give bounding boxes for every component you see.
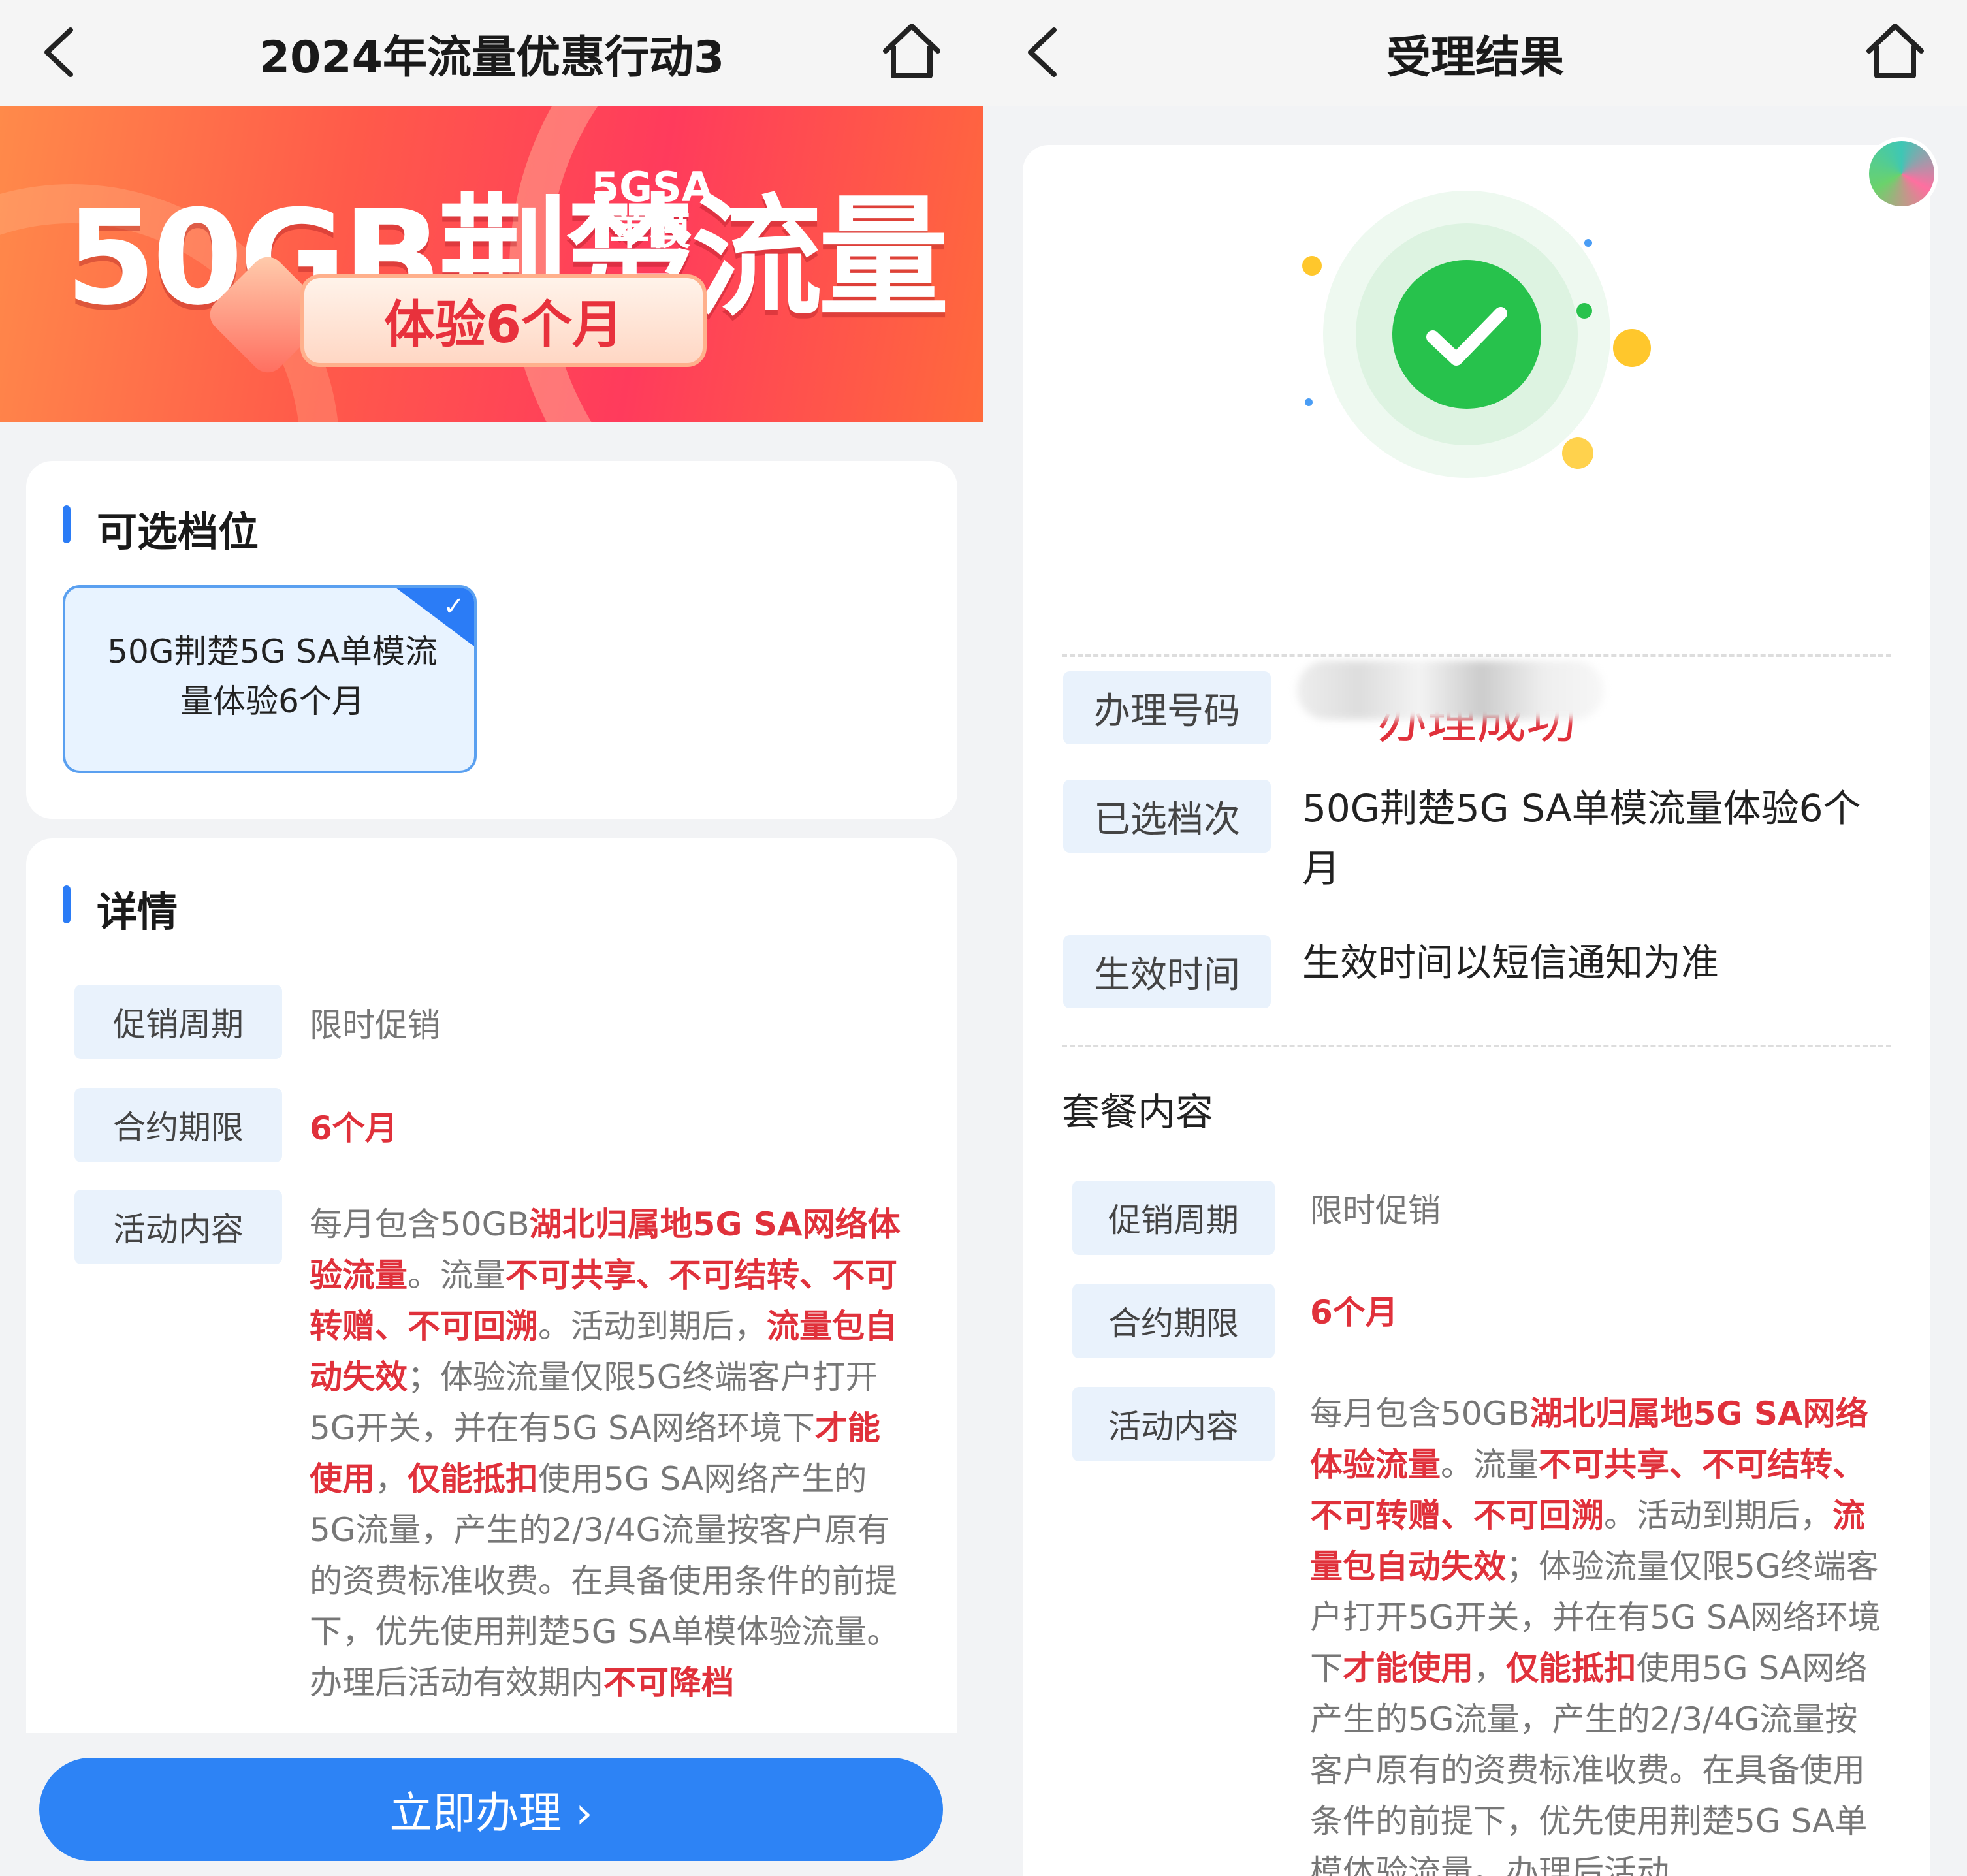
value-contract-term: 6个月 (310, 1109, 398, 1147)
value-promo-period: 限时促销 (310, 1006, 440, 1044)
highlight-text: 仅能抵扣 (408, 1460, 538, 1498)
promo-banner: 50GB荆楚流量 5GSA 单模 体验6个月 (0, 106, 984, 422)
page-title: 2024年流量优惠行动3 (259, 31, 725, 84)
package-content-title: 套餐内容 (1062, 1090, 1214, 1134)
value-contract-term: 6个月 (1310, 1294, 1398, 1331)
body-text: 。流量 (1441, 1446, 1539, 1484)
highlight-text: 仅能抵扣 (1506, 1649, 1637, 1687)
banner-badge: 5GSA 单模 (591, 163, 713, 254)
details-title: 详情 (97, 888, 178, 936)
banner-subtitle: 体验6个月 (300, 274, 707, 367)
label-promo-period: 促销周期 (1072, 1181, 1275, 1255)
label-contract-term: 合约期限 (1072, 1284, 1275, 1358)
body-text: ， (375, 1460, 408, 1498)
activity-content-text: 每月包含50GB湖北归属地5G SA网络体验流量。流量不可共享、不可结转、不可转… (1310, 1388, 1885, 1876)
body-text: 每月包含50GB (1310, 1395, 1530, 1433)
confetti-dot (1302, 256, 1322, 276)
body-text: 每月包含50GB (310, 1205, 530, 1243)
masked-phone-number (1297, 661, 1604, 720)
body-text: 。活动到期后， (1604, 1497, 1832, 1534)
label-activity-content: 活动内容 (1072, 1387, 1275, 1461)
nav-bar: 受理结果 (984, 0, 1967, 106)
confetti-dot (1584, 239, 1592, 247)
confetti-dot (1613, 329, 1651, 367)
back-chevron-icon[interactable] (37, 26, 82, 78)
label-contract-term: 合约期限 (74, 1088, 282, 1162)
body-text: 。流量 (408, 1256, 505, 1294)
option-50g-selected[interactable]: 50G荆楚5G SA单模流量体验6个月 ✓ (63, 585, 477, 773)
divider (1062, 654, 1891, 657)
label-activity-content: 活动内容 (74, 1190, 282, 1264)
result-card: 办理成功 办理号码 已选档次 50G荆楚5G SA单模流量体验6个月 生效时间 … (1023, 137, 1938, 1876)
highlight-text: 不可降档 (603, 1664, 734, 1702)
apply-now-button[interactable]: 立即办理 › (39, 1758, 943, 1861)
floating-assistant-icon[interactable] (1865, 137, 1938, 210)
activity-content-text: 每月包含50GB湖北归属地5G SA网络体验流量。流量不可共享、不可结转、不可转… (310, 1199, 910, 1708)
left-screen: 2024年流量优惠行动3 50GB荆楚流量 5GSA 单模 体验6个月 可选档位… (0, 0, 984, 1876)
highlight-text: 才能使用 (1343, 1649, 1473, 1687)
right-screen: 受理结果 办理成功 办理号码 已选档次 50G荆楚5G SA单模流量体验6个月 … (984, 0, 1967, 1876)
confetti-dot (1305, 398, 1313, 406)
badge-line-2: 单模 (609, 206, 690, 254)
options-title: 可选档位 (97, 508, 259, 556)
confetti-dot (1576, 303, 1592, 319)
badge-line-1: 5GSA (591, 163, 713, 211)
label-promo-period: 促销周期 (74, 985, 282, 1059)
section-marker (63, 885, 71, 923)
value-effective-time: 生效时间以短信通知为准 (1302, 940, 1719, 985)
home-icon[interactable] (1863, 18, 1928, 84)
page-title: 受理结果 (1386, 31, 1564, 84)
check-icon: ✓ (443, 592, 465, 622)
section-marker (63, 505, 71, 543)
home-icon[interactable] (879, 18, 944, 84)
nav-bar: 2024年流量优惠行动3 (0, 0, 984, 106)
divider (1062, 1045, 1891, 1047)
label-effective-time: 生效时间 (1063, 935, 1271, 1008)
body-text: 。活动到期后， (538, 1307, 767, 1345)
label-phone-number: 办理号码 (1063, 671, 1271, 744)
check-circle-icon (1392, 260, 1541, 409)
body-text: ， (1473, 1649, 1506, 1687)
value-promo-period: 限时促销 (1310, 1192, 1441, 1230)
label-selected-plan: 已选档次 (1063, 780, 1271, 853)
confetti-dot (1562, 437, 1593, 469)
value-selected-plan: 50G荆楚5G SA单模流量体验6个月 (1302, 786, 1861, 891)
back-chevron-icon[interactable] (1020, 26, 1066, 78)
